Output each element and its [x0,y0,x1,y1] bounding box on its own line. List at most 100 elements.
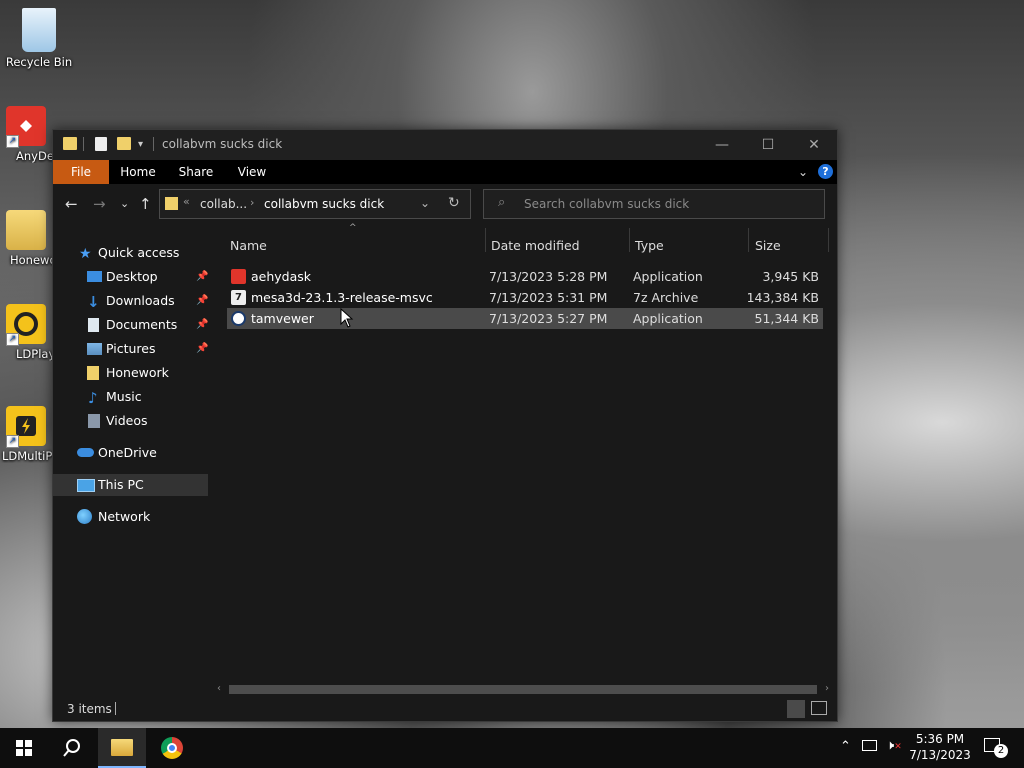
desktop-icon-recycle-bin[interactable]: Recycle Bin [0,8,78,69]
file-date: 7/13/2023 5:27 PM [489,311,608,326]
navigation-bar: ← → ⌄ ↑ « collab... › collabvm sucks dic… [53,184,837,224]
shortcut-arrow-icon: ↗ [6,435,19,448]
pin-icon[interactable]: 📌 [196,338,208,360]
search-icon: ⌕ [498,195,506,210]
file-size: 143,384 KB [746,290,819,305]
action-center-button[interactable]: 2 [980,736,1010,760]
file-row[interactable]: aehydask 7/13/2023 5:28 PM Application 3… [227,266,823,287]
large-icons-view-icon[interactable] [811,701,827,715]
file-row[interactable]: tamvewer 7/13/2023 5:27 PM Application 5… [227,308,823,329]
maximize-button[interactable]: ☐ [745,130,791,160]
breadcrumb-overflow-icon[interactable]: « [183,195,190,208]
desktop-icon-honework[interactable]: Honewo [0,210,52,267]
pin-icon[interactable]: 📌 [196,266,208,288]
column-header-date-modified[interactable]: Date modified [491,238,580,253]
column-header-name[interactable]: Name [230,238,267,253]
sidebar-item-documents[interactable]: Documents 📌 [53,314,211,336]
network-status-icon[interactable] [862,740,877,751]
pin-icon[interactable]: 📌 [196,290,208,312]
expand-ribbon-icon[interactable]: ⌄ [793,160,813,184]
tab-view[interactable]: View [229,160,275,184]
tab-share[interactable]: Share [173,160,219,184]
start-button[interactable] [0,728,48,768]
help-icon[interactable]: ? [818,164,833,179]
taskbar-chrome[interactable] [148,728,196,768]
column-divider[interactable] [629,228,630,252]
sidebar-item-desktop[interactable]: Desktop 📌 [53,266,211,288]
search-button[interactable] [48,728,96,768]
folder-icon [63,137,77,150]
sidebar-item-quick-access[interactable]: ★ Quick access [53,242,211,264]
desktop-icon-label: AnyDe [16,149,52,163]
taskbar-file-explorer[interactable] [98,728,146,768]
shortcut-arrow-icon: ↗ [6,135,19,148]
breadcrumb-parent[interactable]: collab... [200,197,247,211]
close-button[interactable]: ✕ [791,130,837,160]
up-arrow-icon[interactable]: ↑ [139,195,152,213]
pin-icon[interactable]: 📌 [196,314,208,336]
search-box[interactable]: ⌕ Search collabvm sucks dick [483,189,825,219]
sidebar-item-pictures[interactable]: Pictures 📌 [53,338,211,360]
sidebar-item-honework[interactable]: Honework [53,362,211,384]
clock[interactable]: 5:36 PM 7/13/2023 [908,731,972,763]
desktop-icon-ldmultiplayer[interactable]: ↗ LDMultiP [0,406,52,463]
recent-locations-icon[interactable]: ⌄ [120,195,129,213]
column-divider[interactable] [828,228,829,252]
file-name: aehydask [251,269,312,284]
address-bar[interactable]: « collab... › collabvm sucks dick ⌄ ↻ [159,189,471,219]
tab-file[interactable]: File [53,160,109,184]
column-divider[interactable] [748,228,749,252]
download-icon: ↓ [87,293,100,311]
scroll-right-icon[interactable]: › [825,683,829,694]
refresh-icon[interactable]: ↻ [448,195,460,211]
column-header-type[interactable]: Type [635,238,664,253]
star-icon: ★ [79,246,92,262]
customize-quick-access-icon[interactable]: ▾ [138,139,143,150]
sidebar-item-downloads[interactable]: ↓ Downloads 📌 [53,290,211,312]
show-hidden-icons-icon[interactable]: ⌃ [840,739,851,754]
anydesk-icon: ↗ [6,106,46,148]
details-view-icon[interactable] [787,700,805,718]
address-dropdown-icon[interactable]: ⌄ [420,196,430,210]
sidebar-item-onedrive[interactable]: OneDrive [53,442,211,464]
back-arrow-icon[interactable]: ← [65,195,78,213]
scrollbar-thumb[interactable] [229,685,817,694]
column-divider[interactable] [485,228,486,252]
sidebar-item-network[interactable]: Network [53,506,211,528]
window-title: collabvm sucks dick [162,137,283,151]
divider [153,137,154,151]
horizontal-scrollbar[interactable]: ‹ › [213,681,837,698]
search-icon [63,739,80,757]
properties-icon[interactable] [95,137,107,151]
desktop-icon [87,271,102,282]
desktop-icon-ldplayer[interactable]: ↗ LDPlay [0,304,52,361]
file-row[interactable]: 7 mesa3d-23.1.3-release-msvc 7/13/2023 5… [227,287,823,308]
desktop-icon-label: Honewo [10,253,52,267]
file-size: 51,344 KB [754,311,819,326]
folder-icon [6,210,46,250]
chevron-right-icon[interactable]: › [250,196,254,209]
sidebar-item-music[interactable]: ♪ Music [53,386,211,408]
new-folder-icon[interactable] [117,137,131,150]
tab-home[interactable]: Home [115,160,161,184]
breadcrumb-current[interactable]: collabvm sucks dick [264,197,384,211]
minimize-button[interactable]: — [699,130,745,160]
forward-arrow-icon[interactable]: → [93,195,106,213]
column-header-size[interactable]: Size [755,238,781,253]
folder-icon [165,197,178,210]
title-bar[interactable]: ▾ collabvm sucks dick — ☐ ✕ [53,130,837,160]
file-type: Application [633,269,703,284]
archive-icon: 7 [231,290,246,305]
desktop-icon-anydesk[interactable]: ↗ AnyDe [0,106,52,163]
video-icon [88,414,100,428]
sidebar-item-this-pc[interactable]: This PC [53,474,208,496]
scroll-left-icon[interactable]: ‹ [217,683,221,694]
desktop-icon-label: LDPlay [16,347,52,361]
music-icon: ♪ [88,389,98,407]
file-size: 3,945 KB [762,269,819,284]
shortcut-arrow-icon: ↗ [6,333,19,346]
mouse-cursor-icon [340,308,354,328]
sidebar-item-videos[interactable]: Videos [53,410,211,432]
ribbon-tabs: File Home Share View ⌄ ? [53,160,837,184]
volume-muted-icon[interactable]: 🕨✕ [886,738,902,753]
